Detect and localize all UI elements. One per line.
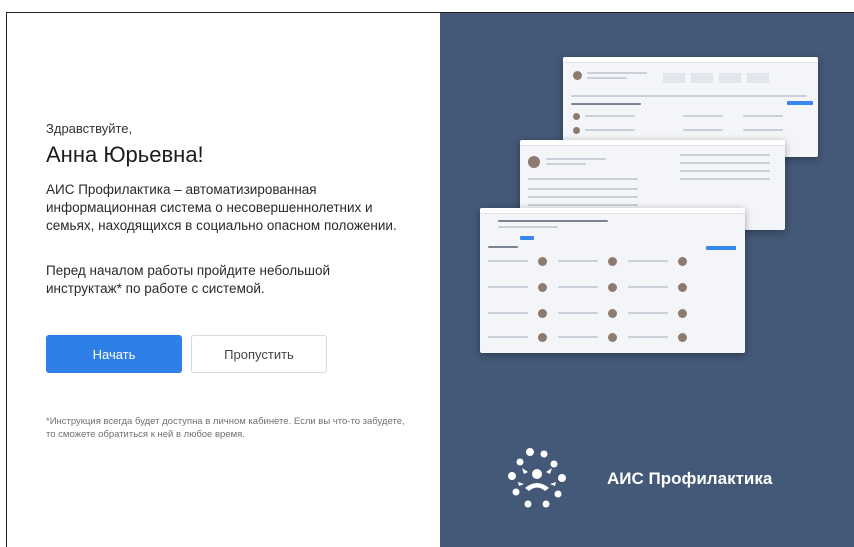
- preview-screenshot-front: [480, 208, 745, 353]
- instruction-prompt: Перед началом работы пройдите небольшой …: [46, 263, 331, 296]
- start-button[interactable]: Начать: [46, 335, 182, 373]
- system-description: АИС Профилактика – автоматизированная ин…: [46, 182, 397, 233]
- skip-button[interactable]: Пропустить: [191, 335, 327, 373]
- brand-name: АИС Профилактика: [607, 469, 773, 488]
- footnote-text: *Инструкция всегда будет доступна в личн…: [46, 416, 405, 440]
- brand-logo-icon: [508, 448, 566, 508]
- user-name-heading: Анна Юрьевна!: [46, 142, 204, 167]
- greeting-text: Здравствуйте,: [46, 121, 133, 136]
